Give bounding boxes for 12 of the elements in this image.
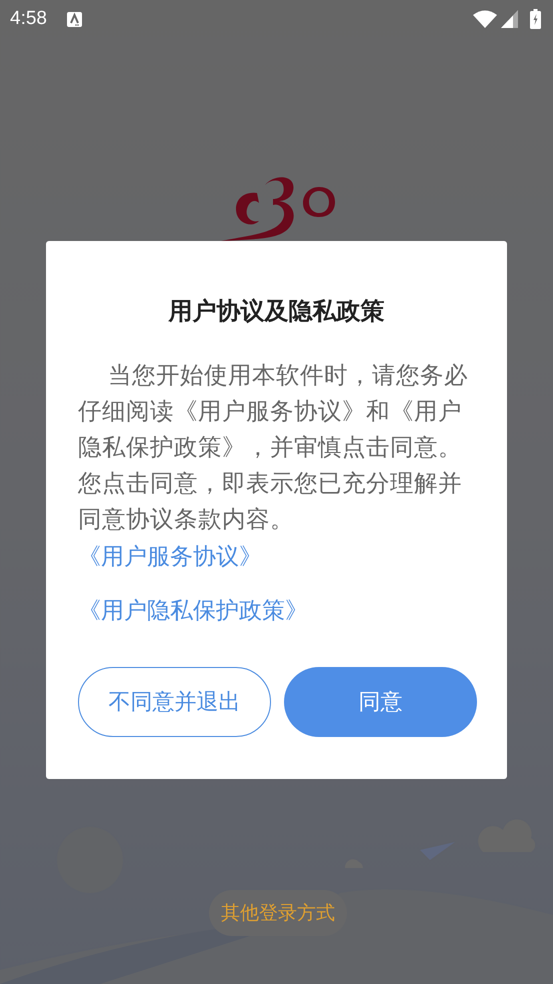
agreement-message: 当您开始使用本软件时，请您务必仔细阅读《用户服务协议》和《用户隐私保护政策》，并审慎点击同意。您点击同意，即表示您已充分理解并同意协议条款内容。 <box>78 360 469 535</box>
status-time: 4:58 <box>10 8 47 30</box>
other-login-button[interactable]: 其他登录方式 <box>209 890 347 936</box>
agreement-link[interactable]: 《用户服务协议》 <box>78 539 262 575</box>
agreement-link[interactable]: 《用户隐私保护政策》 <box>78 593 308 629</box>
battery-icon <box>530 9 541 29</box>
signal-icon <box>501 10 518 28</box>
decline-button[interactable]: 不同意并退出 <box>78 667 271 737</box>
dialog-title: 用户协议及隐私政策 <box>167 296 386 327</box>
wifi-icon <box>473 10 497 28</box>
notification-icon <box>66 12 82 26</box>
agree-button[interactable]: 同意 <box>284 667 477 737</box>
